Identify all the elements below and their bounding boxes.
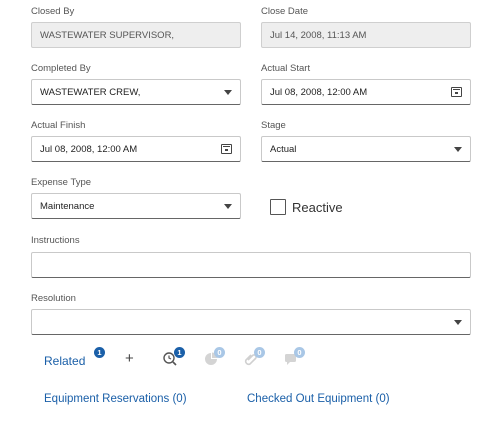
- chevron-down-icon[interactable]: [454, 146, 462, 152]
- close-date-value: Jul 14, 2008, 11:13 AM: [270, 29, 367, 41]
- chevron-down-icon[interactable]: [454, 319, 462, 325]
- close-date-label: Close Date: [261, 6, 308, 17]
- stage-label: Stage: [261, 120, 286, 131]
- completed-by-label: Completed By: [31, 63, 91, 74]
- actual-finish-label: Actual Finish: [31, 120, 86, 131]
- search-clock-count-badge: 1: [174, 347, 185, 358]
- closed-by-label: Closed By: [31, 6, 75, 17]
- related-tab[interactable]: Related: [44, 354, 85, 368]
- closed-by-field: WASTEWATER SUPERVISOR,: [31, 22, 241, 48]
- closed-by-value: WASTEWATER SUPERVISOR,: [40, 29, 175, 41]
- actual-finish-value: Jul 08, 2008, 12:00 AM: [40, 143, 138, 155]
- instructions-input[interactable]: [31, 252, 471, 278]
- expense-type-value: Maintenance: [40, 200, 95, 212]
- equipment-reservations-link[interactable]: Equipment Reservations (0): [44, 393, 187, 405]
- reactive-label[interactable]: Reactive: [292, 200, 343, 215]
- actual-start-label: Actual Start: [261, 63, 311, 74]
- related-count-badge: 1: [94, 347, 105, 358]
- actual-finish-datepicker[interactable]: Jul 08, 2008, 12:00 AM: [31, 136, 241, 162]
- stage-value: Actual: [270, 143, 297, 155]
- expense-type-select[interactable]: Maintenance: [31, 193, 241, 219]
- stage-select[interactable]: Actual: [261, 136, 471, 162]
- resolution-select[interactable]: [31, 309, 471, 335]
- reactive-checkbox[interactable]: [270, 199, 286, 215]
- resolution-label: Resolution: [31, 293, 76, 304]
- actual-start-value: Jul 08, 2008, 12:00 AM: [270, 86, 368, 98]
- comment-count-badge: 0: [294, 347, 305, 358]
- instructions-label: Instructions: [31, 235, 80, 246]
- add-related-button[interactable]: +: [125, 351, 134, 366]
- close-date-field: Jul 14, 2008, 11:13 AM: [261, 22, 471, 48]
- chevron-down-icon[interactable]: [224, 89, 232, 95]
- attachment-count-badge: 0: [254, 347, 265, 358]
- completed-by-value: WASTEWATER CREW,: [40, 86, 141, 98]
- expense-type-label: Expense Type: [31, 177, 92, 188]
- calendar-icon[interactable]: [221, 144, 232, 154]
- completed-by-select[interactable]: WASTEWATER CREW,: [31, 79, 241, 105]
- actual-start-datepicker[interactable]: Jul 08, 2008, 12:00 AM: [261, 79, 471, 105]
- calendar-icon[interactable]: [451, 87, 462, 97]
- checked-out-equipment-link[interactable]: Checked Out Equipment (0): [247, 393, 390, 405]
- chevron-down-icon[interactable]: [224, 203, 232, 209]
- pie-chart-count-badge: 0: [214, 347, 225, 358]
